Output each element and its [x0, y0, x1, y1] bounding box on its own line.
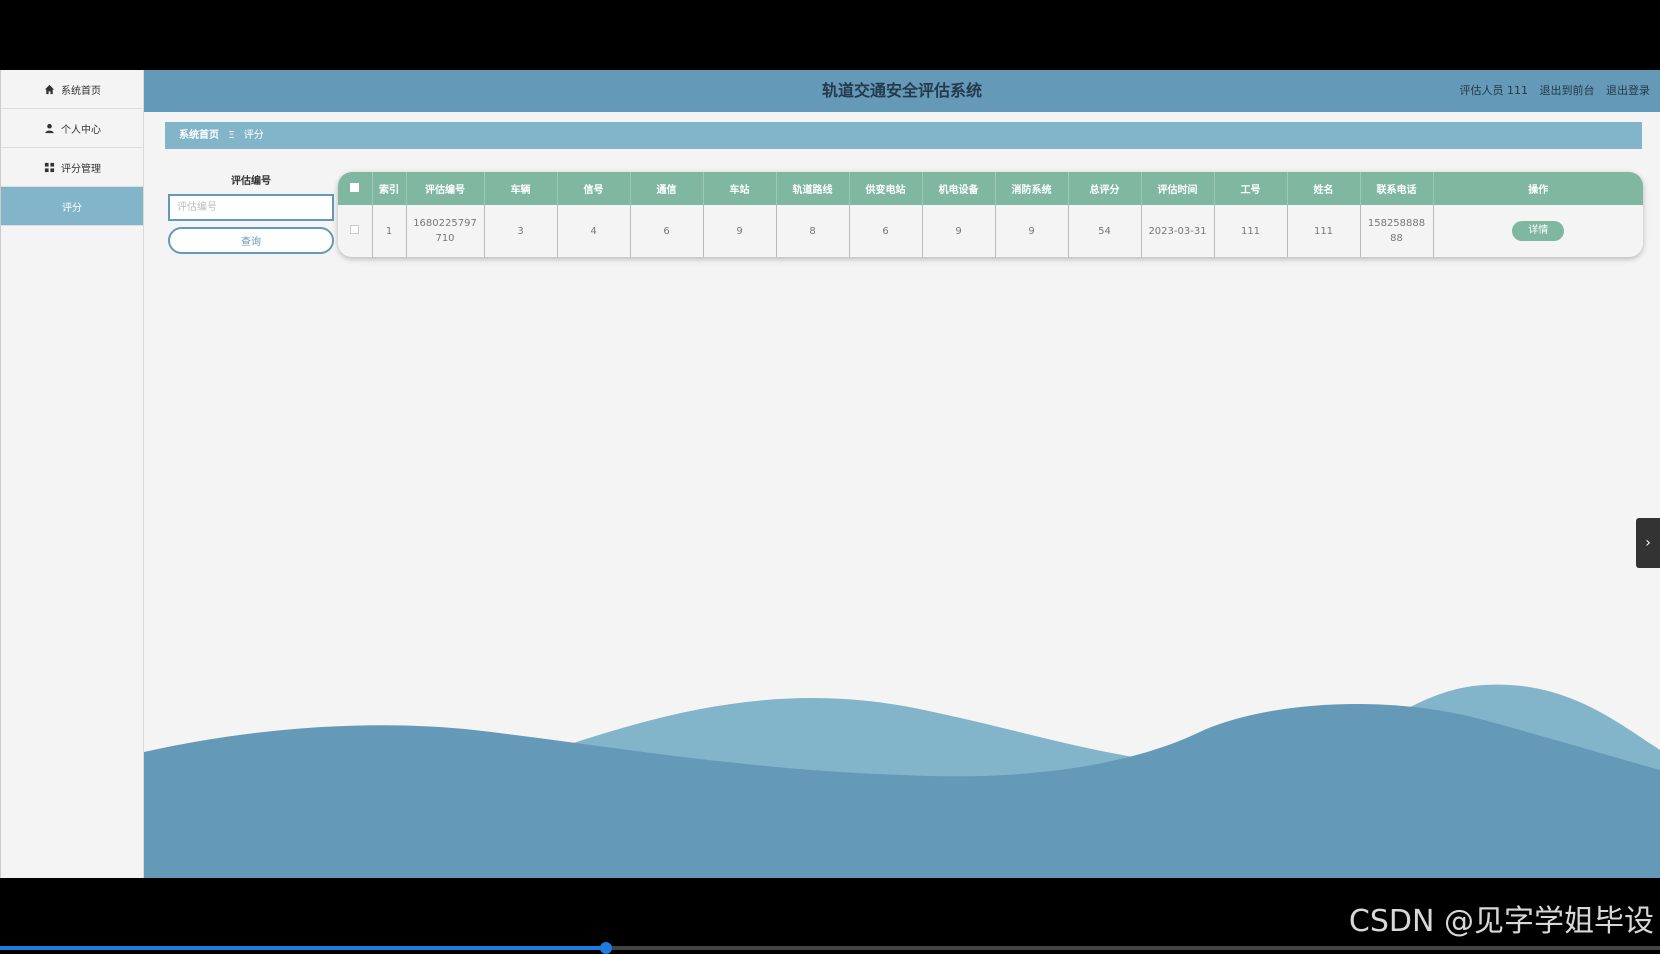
table-cell: 9 [922, 205, 995, 257]
row-checkbox[interactable] [350, 225, 359, 234]
column-header: 姓名 [1287, 172, 1360, 205]
table-header-row: 索引 评估编号 车辆 信号 通信 车站 轨道路线 供变电站 机电设备 消防系统 … [338, 172, 1643, 205]
table-cell: 1680225797710 [406, 205, 484, 257]
column-header: 信号 [557, 172, 630, 205]
sidebar-item-label: 个人中心 [61, 121, 101, 136]
side-panel-toggle[interactable]: › [1636, 518, 1660, 568]
column-header: 评估时间 [1141, 172, 1214, 205]
front-link[interactable]: 退出到前台 [1540, 84, 1595, 97]
breadcrumb: 系统首页 Ξ 评分 [165, 122, 1642, 149]
wave-light [524, 685, 1660, 878]
table-cell: 9 [703, 205, 776, 257]
table-cell: 2023-03-31 [1141, 205, 1214, 257]
search-button[interactable]: 查询 [168, 227, 334, 254]
watermark: CSDN @见字学姐毕设 [1349, 896, 1654, 940]
column-header: 总评分 [1068, 172, 1141, 205]
detail-button[interactable]: 详情 [1512, 221, 1564, 241]
table-cell: 9 [995, 205, 1068, 257]
select-all-checkbox[interactable] [350, 183, 359, 192]
home-icon [43, 83, 55, 95]
search-label: 评估编号 [168, 174, 334, 190]
page-title: 轨道交通安全评估系统 [144, 70, 1660, 112]
wave-dark [144, 704, 1660, 878]
column-header: 供变电站 [849, 172, 922, 205]
select-all-cell[interactable] [338, 172, 372, 205]
column-header: 消防系统 [995, 172, 1068, 205]
data-table: 索引 评估编号 车辆 信号 通信 车站 轨道路线 供变电站 机电设备 消防系统 … [338, 172, 1643, 257]
chevron-right-icon: › [1645, 535, 1651, 551]
video-progress-handle[interactable] [600, 942, 612, 954]
column-header: 通信 [630, 172, 703, 205]
column-header: 车辆 [484, 172, 557, 205]
app-window: 系统首页 个人中心 评分管理 评分 轨道交通安全评估系统 评估人员 111 退出… [0, 70, 1660, 878]
logout-link[interactable]: 退出登录 [1606, 84, 1650, 97]
sidebar-item-score-management[interactable]: 评分管理 [1, 148, 143, 187]
table-cell: 54 [1068, 205, 1141, 257]
column-header: 车站 [703, 172, 776, 205]
table-row: 1 1680225797710 3 4 6 9 8 6 9 9 54 2023-… [338, 205, 1643, 257]
column-header: 索引 [372, 172, 406, 205]
sidebar-item-score[interactable]: 评分 [1, 187, 143, 226]
sidebar-item-label: 评分 [62, 199, 82, 214]
row-select-cell[interactable] [338, 205, 372, 257]
video-progress-bar[interactable] [0, 946, 1660, 950]
sidebar: 系统首页 个人中心 评分管理 评分 [0, 70, 144, 878]
table-cell: 111 [1287, 205, 1360, 257]
breadcrumb-home[interactable]: 系统首页 [179, 130, 219, 141]
user-label: 评估人员 111 [1460, 84, 1529, 97]
search-panel: 评估编号 查询 [168, 174, 334, 254]
breadcrumb-separator: Ξ [228, 130, 234, 141]
sidebar-item-home[interactable]: 系统首页 [1, 70, 143, 109]
column-header: 联系电话 [1360, 172, 1433, 205]
grid-icon [43, 161, 55, 173]
user-links: 评估人员 111 退出到前台 退出登录 [1452, 70, 1651, 112]
table-cell: 6 [849, 205, 922, 257]
user-icon [43, 122, 55, 134]
search-input[interactable] [168, 194, 334, 221]
table-cell: 8 [776, 205, 849, 257]
column-header: 操作 [1433, 172, 1643, 205]
video-progress-fill [0, 946, 606, 950]
action-cell: 详情 [1433, 205, 1643, 257]
breadcrumb-current: 评分 [244, 130, 264, 141]
sidebar-item-label: 系统首页 [61, 82, 101, 97]
table-cell: 111 [1214, 205, 1287, 257]
column-header: 工号 [1214, 172, 1287, 205]
sidebar-item-label: 评分管理 [61, 160, 101, 175]
table-cell: 15825888888 [1360, 205, 1433, 257]
table-cell: 3 [484, 205, 557, 257]
column-header: 轨道路线 [776, 172, 849, 205]
sidebar-item-profile[interactable]: 个人中心 [1, 109, 143, 148]
top-header: 轨道交通安全评估系统 评估人员 111 退出到前台 退出登录 [144, 70, 1660, 112]
table-cell: 1 [372, 205, 406, 257]
column-header: 评估编号 [406, 172, 484, 205]
table-cell: 6 [630, 205, 703, 257]
table-cell: 4 [557, 205, 630, 257]
column-header: 机电设备 [922, 172, 995, 205]
